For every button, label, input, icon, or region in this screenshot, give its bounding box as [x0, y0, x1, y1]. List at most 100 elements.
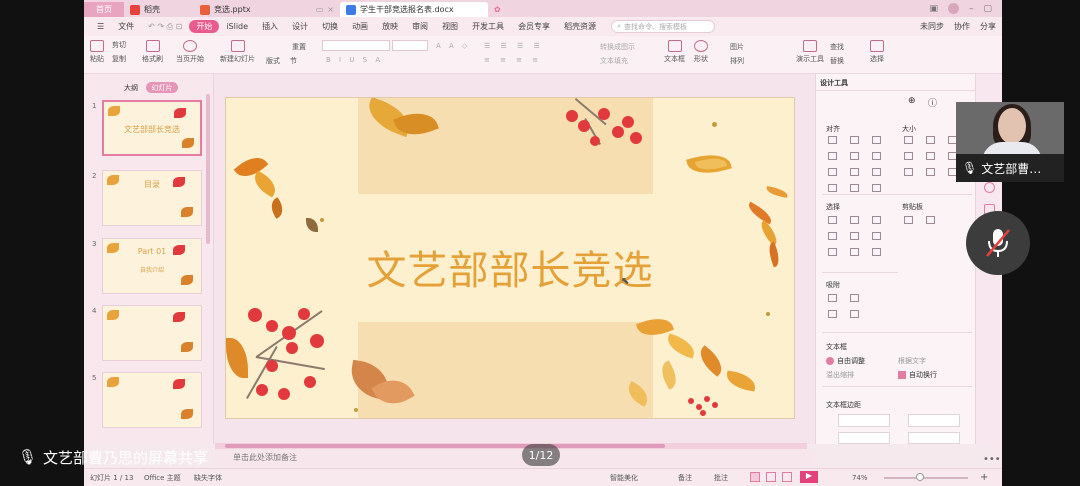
design-tool-icon[interactable]: [872, 232, 881, 240]
design-tool-icon[interactable]: [926, 168, 935, 176]
design-tool-icon[interactable]: [926, 136, 935, 144]
replace-button[interactable]: 替换: [830, 56, 844, 66]
menu-home[interactable]: 开始: [189, 20, 220, 33]
thumbnail-scrollbar[interactable]: [206, 94, 210, 244]
design-tool-icon[interactable]: [850, 294, 859, 302]
notes-toggle[interactable]: 备注: [678, 473, 692, 483]
design-tool-icon[interactable]: [828, 168, 837, 176]
new-tab-icon[interactable]: ✿: [488, 2, 508, 17]
menu-developer[interactable]: 开发工具: [465, 21, 511, 32]
margin-top-input[interactable]: [838, 432, 890, 444]
design-tool-icon[interactable]: [872, 216, 881, 224]
margin-right-input[interactable]: [908, 414, 960, 427]
smart-beautify-button[interactable]: 智能美化: [610, 473, 638, 483]
tab-close-icon[interactable]: ×: [327, 5, 334, 14]
help-icon[interactable]: ⓘ: [928, 96, 937, 109]
design-tool-icon[interactable]: [828, 294, 837, 302]
share-button[interactable]: 分享: [980, 21, 996, 32]
zoom-slider[interactable]: [884, 477, 968, 479]
fit-text-radio[interactable]: 根据文字: [898, 356, 926, 366]
tab-pptx[interactable]: 竞选.pptx ▭ ×: [194, 2, 340, 17]
zoom-in-icon[interactable]: +: [980, 472, 988, 483]
design-tool-icon[interactable]: [828, 232, 837, 240]
menu-slideshow[interactable]: 放映: [375, 21, 405, 32]
monitor-icon[interactable]: ▭: [316, 5, 324, 14]
align-icons[interactable]: ≡ ≡ ≡ ≡: [484, 56, 542, 64]
convert-smartart-button[interactable]: 转换成图示: [600, 42, 635, 52]
design-tool-icon[interactable]: [850, 152, 859, 160]
auto-wrap-checkbox[interactable]: 自动换行: [898, 370, 937, 380]
mute-button[interactable]: [966, 211, 1030, 275]
tab-outline[interactable]: 大纲: [120, 82, 142, 93]
present-tools-button[interactable]: 演示工具: [796, 40, 824, 64]
command-search[interactable]: ⌕ 查找命令、搜索模板: [611, 20, 716, 33]
arrange-button[interactable]: 排列: [730, 56, 744, 66]
menu-file[interactable]: 文件: [111, 21, 141, 32]
pin-icon[interactable]: ⊕: [908, 96, 916, 106]
margin-bottom-input[interactable]: [908, 432, 960, 444]
play-slideshow-button[interactable]: ▶: [800, 471, 818, 483]
textbox-button[interactable]: 文本框: [664, 40, 685, 64]
font-name-select[interactable]: [322, 40, 390, 51]
design-tool-icon[interactable]: [850, 232, 859, 240]
design-tool-icon[interactable]: [872, 136, 881, 144]
design-tool-icon[interactable]: [904, 168, 913, 176]
participant-video[interactable]: [956, 102, 1064, 154]
design-tool-icon[interactable]: [872, 152, 881, 160]
design-tool-icon[interactable]: [850, 168, 859, 176]
margin-left-input[interactable]: [838, 414, 890, 427]
paragraph-icons[interactable]: ☰ ☰ ☰ ☰: [484, 42, 544, 50]
play-from-current-button[interactable]: 当页开始: [176, 40, 204, 64]
design-tool-icon[interactable]: [926, 152, 935, 160]
overflow-radio[interactable]: 溢出缩排: [826, 370, 854, 380]
shape-button[interactable]: 形状: [694, 40, 708, 64]
theme-name[interactable]: Office 主题: [144, 473, 181, 483]
design-tool-icon[interactable]: [872, 184, 881, 192]
design-tool-icon[interactable]: [926, 216, 935, 224]
design-tool-icon[interactable]: [850, 248, 859, 256]
copy-button[interactable]: 复制: [112, 54, 126, 64]
design-tool-icon[interactable]: [828, 136, 837, 144]
menu-review[interactable]: 审阅: [405, 21, 435, 32]
design-tool-icon[interactable]: [904, 152, 913, 160]
tab-home[interactable]: 首页: [84, 2, 124, 17]
font-size-select[interactable]: [392, 40, 428, 51]
sync-button[interactable]: 未同步: [920, 21, 944, 32]
select-button[interactable]: 选择: [870, 40, 884, 64]
menu-hamburger-icon[interactable]: ☰: [90, 22, 111, 31]
slide-thumbnail[interactable]: 目录: [102, 170, 202, 226]
find-button[interactable]: 查找: [830, 42, 844, 52]
missing-font-button[interactable]: 缺失字体: [194, 473, 222, 483]
design-tool-icon[interactable]: [850, 136, 859, 144]
more-icon[interactable]: •••: [983, 454, 1001, 465]
text-fill-button[interactable]: 文本填充: [600, 56, 628, 66]
design-tool-icon[interactable]: [828, 216, 837, 224]
design-tool-icon[interactable]: [904, 136, 913, 144]
menu-animation[interactable]: 动画: [345, 21, 375, 32]
layout-button[interactable]: 版式: [266, 56, 280, 66]
design-tool-icon[interactable]: [850, 216, 859, 224]
picture-button[interactable]: 图片: [730, 42, 744, 52]
layout-icon[interactable]: ▣: [929, 4, 938, 14]
design-tool-icon[interactable]: [872, 248, 881, 256]
tab-slides[interactable]: 幻灯片: [146, 82, 178, 93]
zoom-slider-thumb[interactable]: [916, 473, 924, 481]
menu-design[interactable]: 设计: [285, 21, 315, 32]
font-style-icons[interactable]: B I U S A: [326, 56, 383, 64]
section-button[interactable]: 节: [290, 56, 297, 66]
collaborate-button[interactable]: 协作: [954, 21, 970, 32]
side-tool-icon[interactable]: [984, 182, 995, 193]
slide-thumbnail[interactable]: 文艺部部长竞选: [102, 100, 202, 156]
normal-view-icon[interactable]: [750, 472, 760, 482]
notes-area[interactable]: 单击此处添加备注: [215, 449, 815, 466]
font-grow-icons[interactable]: A A ◇: [436, 42, 470, 50]
new-slide-button[interactable]: 新建幻灯片: [220, 40, 255, 64]
menu-docer-resources[interactable]: 稻壳资源: [557, 21, 603, 32]
design-tool-icon[interactable]: [850, 184, 859, 192]
design-tool-icon[interactable]: [904, 216, 913, 224]
tab-docx[interactable]: 学生干部竞选报名表.docx: [340, 2, 488, 17]
menu-insert[interactable]: 插入: [255, 21, 285, 32]
slide-thumbnail[interactable]: Part 01 自我介绍: [102, 238, 202, 294]
comments-toggle[interactable]: 批注: [714, 473, 728, 483]
menu-member[interactable]: 会员专享: [511, 21, 557, 32]
